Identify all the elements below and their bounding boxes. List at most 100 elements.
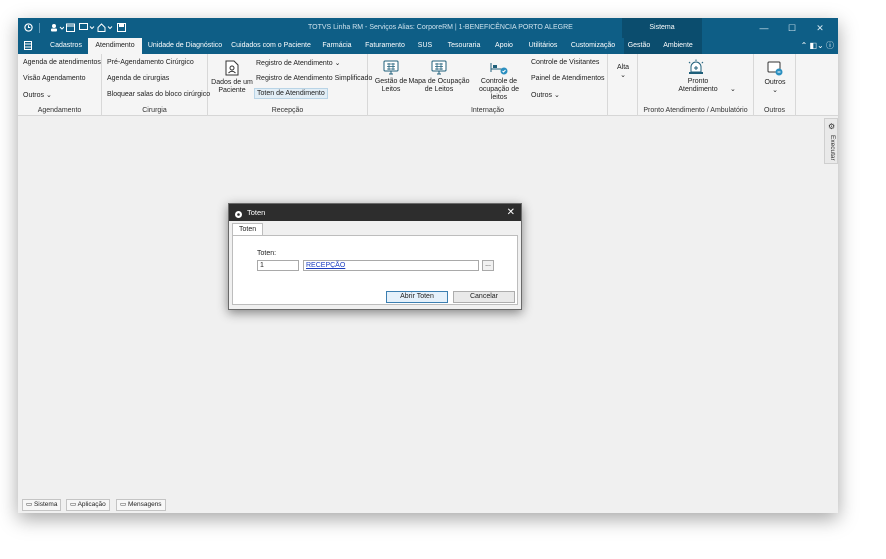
app-menu-icon[interactable] bbox=[24, 22, 36, 34]
group-label-cirurgia: Cirurgia bbox=[142, 107, 167, 114]
tab-customizacao[interactable]: Customização bbox=[569, 38, 617, 54]
monitor-grid-icon bbox=[383, 60, 399, 75]
registro-simplificado-button[interactable]: Registro de Atendimento Simplificado bbox=[256, 75, 372, 82]
menu-grid-icon[interactable] bbox=[22, 38, 34, 54]
agenda-cirurgias-button[interactable]: Agenda de cirurgias bbox=[107, 75, 169, 82]
tab-faturamento[interactable]: Faturamento bbox=[361, 38, 409, 54]
painel-atendimentos-button[interactable]: Painel de Atendimentos bbox=[531, 75, 605, 82]
group-alta: Alta ⌄ bbox=[608, 54, 638, 116]
collapse-ribbon-icon[interactable]: ⌃ bbox=[801, 41, 808, 50]
dialog-title: Toten bbox=[247, 208, 266, 217]
alarm-light-icon bbox=[688, 59, 704, 74]
aplicacao-panel-label: Aplicação bbox=[77, 501, 106, 508]
group-outros: Outros ⌄ Outros bbox=[754, 54, 796, 116]
chevron-down-icon: ⌄ bbox=[553, 92, 560, 99]
chevron-down-icon: ⌄ bbox=[729, 86, 736, 93]
toten-atendimento-button[interactable]: Toten de Atendimento bbox=[254, 88, 328, 99]
registro-atendimento-dropdown[interactable]: Registro de Atendimento ⌄ bbox=[256, 59, 341, 67]
application-window: TOTVS Linha RM - Serviços Alias: Corpore… bbox=[18, 18, 838, 513]
context-tab-sistema[interactable]: Sistema bbox=[622, 18, 702, 38]
save-icon[interactable] bbox=[117, 22, 129, 34]
mapa-ocupacao-button[interactable]: Mapa de Ocupação de Leitos bbox=[408, 60, 470, 94]
toten-code-input[interactable]: 1 bbox=[257, 260, 299, 271]
title-bar: TOTVS Linha RM - Serviços Alias: Corpore… bbox=[18, 18, 838, 38]
users-icon[interactable] bbox=[50, 23, 66, 34]
group-pronto-atendimento: Pronto Atendimento ⌄ Pronto Atendimento … bbox=[638, 54, 754, 116]
tab-utilitarios[interactable]: Utilitários bbox=[523, 38, 563, 54]
aplicacao-panel-button[interactable]: ▭ Aplicação bbox=[66, 499, 110, 511]
group-label-recepcao: Recepção bbox=[271, 107, 304, 114]
executar-side-tab[interactable]: ⚙ Executar bbox=[824, 118, 838, 164]
toten-lookup-button[interactable]: ... bbox=[482, 260, 494, 271]
monitor-dropdown-icon[interactable] bbox=[79, 22, 97, 34]
sistema-panel-button[interactable]: ▭ Sistema bbox=[22, 499, 62, 511]
agendamento-outros-label: Outros bbox=[23, 92, 45, 99]
agendamento-outros-dropdown[interactable]: Outros ⌄ bbox=[23, 91, 52, 99]
group-recepcao: Dados de um Paciente Registro de Atendim… bbox=[208, 54, 372, 116]
executar-label: Executar bbox=[829, 135, 836, 161]
alta-dropdown[interactable]: Alta ⌄ bbox=[608, 64, 638, 80]
close-icon[interactable]: ✕ bbox=[806, 18, 834, 38]
divider bbox=[39, 23, 47, 33]
controle-ocupacao-button[interactable]: Controle de ocupação de leitos bbox=[470, 60, 528, 102]
group-internacao: Gestão de Leitos Mapa de Ocupação de Lei… bbox=[368, 54, 608, 116]
group-label-agendamento: Agendamento bbox=[37, 107, 82, 114]
chevron-down-icon: ⌄ bbox=[620, 72, 626, 79]
tab-tesouraria[interactable]: Tesouraria bbox=[442, 38, 486, 54]
tab-unidade-diagnostico[interactable]: Unidade de Diagnóstico bbox=[145, 38, 225, 54]
ribbon: Agenda de atendimentos Visão Agendamento… bbox=[18, 54, 838, 116]
chevron-down-icon: ⌄ bbox=[334, 60, 341, 67]
outros-button[interactable]: Outros ⌄ bbox=[758, 61, 792, 95]
tab-sus[interactable]: SUS bbox=[415, 38, 435, 54]
group-agendamento: Agenda de atendimentos Visão Agendamento… bbox=[18, 54, 102, 116]
monitor-map-icon bbox=[431, 60, 447, 75]
tab-apoio[interactable]: Apoio bbox=[492, 38, 516, 54]
tab-farmacia[interactable]: Farmácia bbox=[318, 38, 356, 54]
pronto-atendimento-button[interactable]: Pronto Atendimento ⌄ bbox=[668, 59, 736, 94]
abrir-toten-button[interactable]: Abrir Toten bbox=[386, 291, 448, 303]
pre-agendamento-cirurgico-button[interactable]: Pré-Agendamento Cirúrgico bbox=[107, 59, 194, 66]
dialog-body: Toten: 1 RECEPÇÃO ... Abrir Toten Cancel… bbox=[232, 235, 518, 305]
status-bar: ▭ Sistema ▭ Aplicação ▭ Mensagens bbox=[18, 497, 838, 513]
group-label-outros: Outros bbox=[763, 107, 785, 114]
gestao-leitos-button[interactable]: Gestão de Leitos bbox=[372, 60, 410, 94]
mensagens-panel-button[interactable]: ▭ Mensagens bbox=[116, 499, 166, 511]
dialog-close-icon[interactable]: ✕ bbox=[507, 204, 515, 221]
toten-field-label: Toten: bbox=[257, 250, 277, 257]
home-dropdown-icon[interactable] bbox=[97, 22, 117, 34]
chevron-down-icon: ⌄ bbox=[772, 87, 778, 94]
maximize-icon[interactable]: ☐ bbox=[778, 18, 806, 38]
bloquear-salas-button[interactable]: Bloquear salas do bloco cirúrgico bbox=[107, 91, 210, 98]
bed-icon bbox=[490, 63, 508, 75]
visao-agendamento-button[interactable]: Visão Agendamento bbox=[23, 75, 86, 82]
outros-label: Outros bbox=[764, 79, 786, 86]
alta-label: Alta bbox=[616, 64, 630, 71]
help-icon[interactable]: ⓘ bbox=[826, 41, 834, 50]
agenda-atendimentos-button[interactable]: Agenda de atendimentos bbox=[23, 59, 101, 66]
tab-atendimento[interactable]: Atendimento bbox=[88, 38, 142, 54]
dados-paciente-button[interactable]: Dados de um Paciente bbox=[211, 60, 253, 95]
executar-gear-icon: ⚙ bbox=[828, 122, 836, 131]
ribbon-tabs: Cadastros Atendimento Unidade de Diagnós… bbox=[18, 38, 838, 54]
sistema-panel-label: Sistema bbox=[33, 501, 58, 508]
internacao-outros-dropdown[interactable]: Outros ⌄ bbox=[531, 91, 560, 99]
dialog-title-bar: Toten ✕ bbox=[229, 204, 521, 221]
internacao-outros-label: Outros bbox=[531, 92, 553, 99]
toten-description-link[interactable]: RECEPÇÃO bbox=[303, 260, 479, 271]
tab-cuidados-paciente[interactable]: Cuidados com o Paciente bbox=[229, 38, 313, 54]
mapa-ocupacao-label: Mapa de Ocupação de Leitos bbox=[408, 78, 470, 93]
calendar-icon[interactable] bbox=[66, 23, 79, 34]
cancel-button[interactable]: Cancelar bbox=[453, 291, 515, 303]
controle-visitantes-button[interactable]: Controle de Visitantes bbox=[531, 59, 599, 66]
pronto-atendimento-label: Pronto Atendimento bbox=[678, 78, 718, 93]
group-label-pronto-atendimento: Pronto Atendimento / Ambulatório bbox=[643, 107, 748, 114]
tab-gestao[interactable]: Gestão bbox=[624, 38, 654, 54]
mensagens-panel-label: Mensagens bbox=[127, 501, 162, 508]
tab-cadastros[interactable]: Cadastros bbox=[44, 38, 88, 54]
tab-ambiente[interactable]: Ambiente bbox=[654, 38, 702, 54]
group-cirurgia: Pré-Agendamento Cirúrgico Agenda de ciru… bbox=[102, 54, 210, 116]
minimize-icon[interactable]: — bbox=[750, 18, 778, 38]
group-label-internacao: Internação bbox=[470, 107, 505, 114]
patient-document-icon bbox=[225, 60, 239, 76]
layout-icon[interactable]: ◧⌄ bbox=[810, 41, 824, 50]
